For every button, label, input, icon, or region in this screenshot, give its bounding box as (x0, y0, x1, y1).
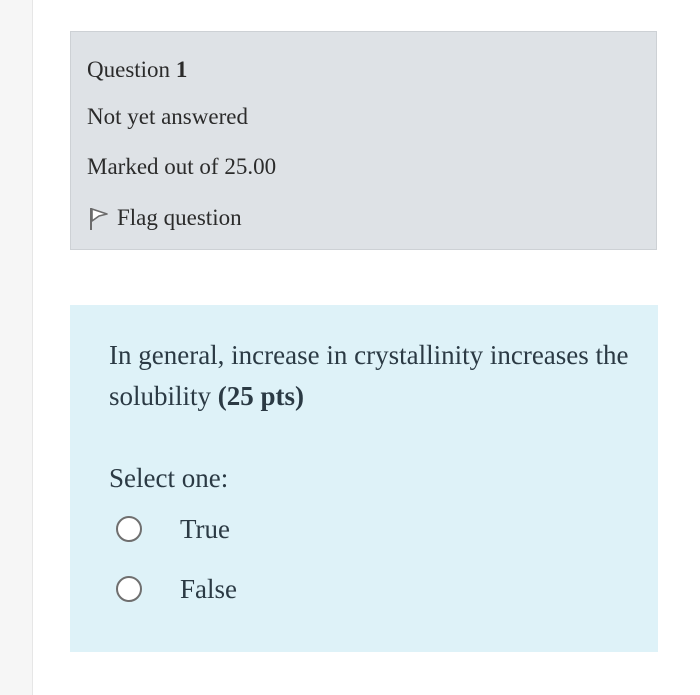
flag-question-label: Flag question (117, 205, 242, 230)
answer-option-label: True (180, 514, 231, 544)
question-info-panel: Question 1 Not yet answered Marked out o… (70, 31, 657, 250)
question-content-panel: In general, increase in crystallinity in… (70, 305, 658, 652)
answer-option-true[interactable]: True (116, 512, 230, 546)
left-gutter (0, 0, 33, 695)
question-number: 1 (175, 57, 188, 82)
answer-option-label: False (180, 574, 237, 604)
flag-icon (87, 205, 109, 231)
answer-option-false[interactable]: False (116, 572, 237, 606)
flag-question-link[interactable]: Flag question (87, 204, 242, 232)
question-statement: In general, increase in crystallinity in… (109, 340, 629, 411)
question-points: (25 pts) (217, 381, 305, 411)
answer-prompt: Select one: (109, 463, 229, 493)
radio-button-true[interactable] (116, 516, 142, 542)
question-title: Question 1 (87, 56, 187, 84)
question-state: Not yet answered (87, 104, 248, 129)
question-grade: Marked out of 25.00 (87, 154, 277, 179)
question-title-prefix: Question (87, 57, 171, 82)
radio-button-false[interactable] (116, 576, 142, 602)
question-text: In general, increase in crystallinity in… (109, 335, 629, 417)
